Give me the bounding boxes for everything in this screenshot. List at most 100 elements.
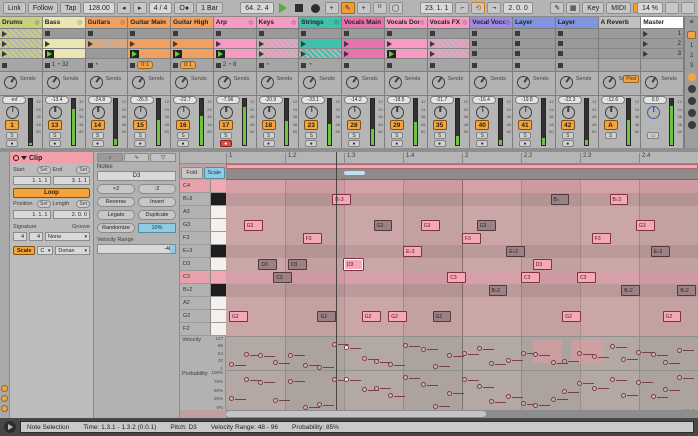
- lane-marker[interactable]: [288, 379, 293, 384]
- arm-button[interactable]: ●: [562, 140, 574, 147]
- lane-marker[interactable]: [388, 393, 393, 398]
- scale-name-selector[interactable]: Dorian: [55, 246, 90, 255]
- volume-value[interactable]: -12.6: [601, 96, 625, 104]
- clip-slot[interactable]: [214, 29, 256, 39]
- arm-button[interactable]: ●: [92, 140, 104, 147]
- lane-marker[interactable]: [577, 381, 582, 386]
- solo-button[interactable]: S: [605, 132, 617, 139]
- track-header[interactable]: Vocals Doubl◎: [385, 17, 427, 29]
- lane-marker[interactable]: [551, 397, 556, 402]
- clip-end-field[interactable]: 3. 1. 1: [53, 176, 91, 185]
- track-header[interactable]: Drums◎: [0, 17, 42, 29]
- midi-note[interactable]: D3: [533, 259, 552, 270]
- volume-value[interactable]: -22.3: [558, 96, 582, 104]
- clip-slot[interactable]: [556, 39, 598, 49]
- lane-marker[interactable]: [489, 361, 494, 366]
- track-activator-button[interactable]: 18: [262, 120, 276, 130]
- arm-button[interactable]: ●: [348, 140, 360, 147]
- volume-value[interactable]: -26.5: [130, 96, 154, 104]
- midi-note[interactable]: C3: [273, 272, 292, 283]
- expression-tab-icon[interactable]: ▽: [150, 153, 176, 162]
- clip-slot[interactable]: [0, 39, 42, 49]
- pan-knob[interactable]: [134, 106, 147, 119]
- clip-slot[interactable]: [599, 39, 641, 49]
- piano-key-row[interactable]: E♭3: [180, 245, 226, 258]
- stop-button[interactable]: [295, 4, 303, 12]
- clip-start-field[interactable]: 1. 1. 1: [13, 176, 51, 185]
- metronome-button[interactable]: O●: [174, 2, 194, 14]
- punch-in-button[interactable]: ⌐: [455, 2, 469, 14]
- midi-note[interactable]: F3: [462, 233, 481, 244]
- arm-button[interactable]: ●: [476, 140, 488, 147]
- lane-marker[interactable]: [433, 404, 438, 409]
- track-header[interactable]: Master: [641, 17, 683, 29]
- scale-mode-toggle[interactable]: Scale: [13, 246, 35, 255]
- signature-numerator-field[interactable]: 4: [13, 232, 27, 241]
- midi-note[interactable]: G2: [663, 311, 682, 322]
- pan-knob[interactable]: [519, 106, 532, 119]
- midi-note[interactable]: E♭3: [651, 246, 670, 257]
- solo-button[interactable]: S: [263, 132, 275, 139]
- solo-button[interactable]: S: [134, 132, 146, 139]
- track-stop-icon[interactable]: [45, 63, 50, 68]
- pan-knob[interactable]: [305, 106, 318, 119]
- midi-note[interactable]: D3: [288, 259, 307, 270]
- velocity-lane-button[interactable]: [1, 385, 8, 392]
- clip-slot[interactable]: [128, 29, 170, 39]
- midi-note[interactable]: F3: [303, 233, 322, 244]
- clip-slot[interactable]: [299, 49, 341, 59]
- clip-color-icon[interactable]: [13, 155, 19, 161]
- clip-slot[interactable]: [299, 39, 341, 49]
- follow-button[interactable]: Follow: [28, 2, 58, 14]
- send-a-knob[interactable]: [261, 76, 274, 89]
- reverse-button[interactable]: Reverse: [97, 197, 135, 207]
- pan-knob[interactable]: [177, 106, 190, 119]
- clip-slot[interactable]: [171, 39, 213, 49]
- clip-slot[interactable]: 2: [641, 39, 683, 49]
- nudge-up-button[interactable]: ▸: [133, 2, 147, 14]
- solo-button[interactable]: S: [348, 132, 360, 139]
- arm-button[interactable]: ●: [220, 140, 232, 147]
- track-stop-icon[interactable]: [344, 63, 349, 68]
- key-map-button[interactable]: Key: [582, 2, 604, 14]
- scrollbar-thumb[interactable]: [226, 411, 486, 417]
- track-activator-button[interactable]: 41: [518, 120, 532, 130]
- lane-marker[interactable]: [477, 384, 482, 389]
- returns-toggle-icon[interactable]: [688, 97, 696, 105]
- track-header[interactable]: Strings◎: [299, 17, 341, 29]
- midi-note[interactable]: B♭3: [332, 194, 351, 205]
- pan-knob[interactable]: [49, 106, 62, 119]
- mixer-toggle-icon[interactable]: [688, 109, 696, 117]
- clip-slot[interactable]: [257, 29, 299, 39]
- set-length-button[interactable]: Set: [76, 200, 90, 208]
- lane-marker[interactable]: [506, 394, 511, 399]
- horizontal-scrollbar[interactable]: [226, 410, 698, 418]
- volume-value[interactable]: -18.5: [387, 96, 411, 104]
- send-a-knob[interactable]: [346, 76, 359, 89]
- midi-note[interactable]: B♭2: [621, 285, 640, 296]
- loop-switch[interactable]: ⟲: [471, 2, 485, 14]
- lane-marker[interactable]: [273, 398, 278, 403]
- midi-note[interactable]: E♭3: [506, 246, 525, 257]
- capture-midi-button[interactable]: +: [357, 2, 371, 14]
- track-stop-icon[interactable]: [130, 63, 135, 68]
- clip-slot[interactable]: [128, 39, 170, 49]
- randomize-amount-slider[interactable]: 10%: [138, 223, 176, 233]
- piano-key-row[interactable]: B♭3: [180, 193, 226, 206]
- lane-marker[interactable]: [421, 382, 426, 387]
- track-stop-icon[interactable]: [173, 63, 178, 68]
- lane-marker[interactable]: [663, 360, 668, 365]
- add-lane-button[interactable]: [1, 405, 8, 412]
- probability-plot[interactable]: [226, 370, 698, 410]
- lane-marker[interactable]: [551, 360, 556, 365]
- lane-marker[interactable]: [433, 364, 438, 369]
- track-header[interactable]: Layer: [513, 17, 555, 29]
- follow-playback-icon[interactable]: [4, 421, 16, 433]
- probability-lane-button[interactable]: [1, 395, 8, 402]
- midi-map-button[interactable]: MIDI: [606, 2, 631, 14]
- track-header[interactable]: Guitar Main: [128, 17, 170, 29]
- lane-marker[interactable]: [388, 362, 393, 367]
- arm-button[interactable]: ●: [134, 140, 146, 147]
- track-header[interactable]: Guitars◎: [86, 17, 128, 29]
- clip-slot[interactable]: 3: [641, 49, 683, 59]
